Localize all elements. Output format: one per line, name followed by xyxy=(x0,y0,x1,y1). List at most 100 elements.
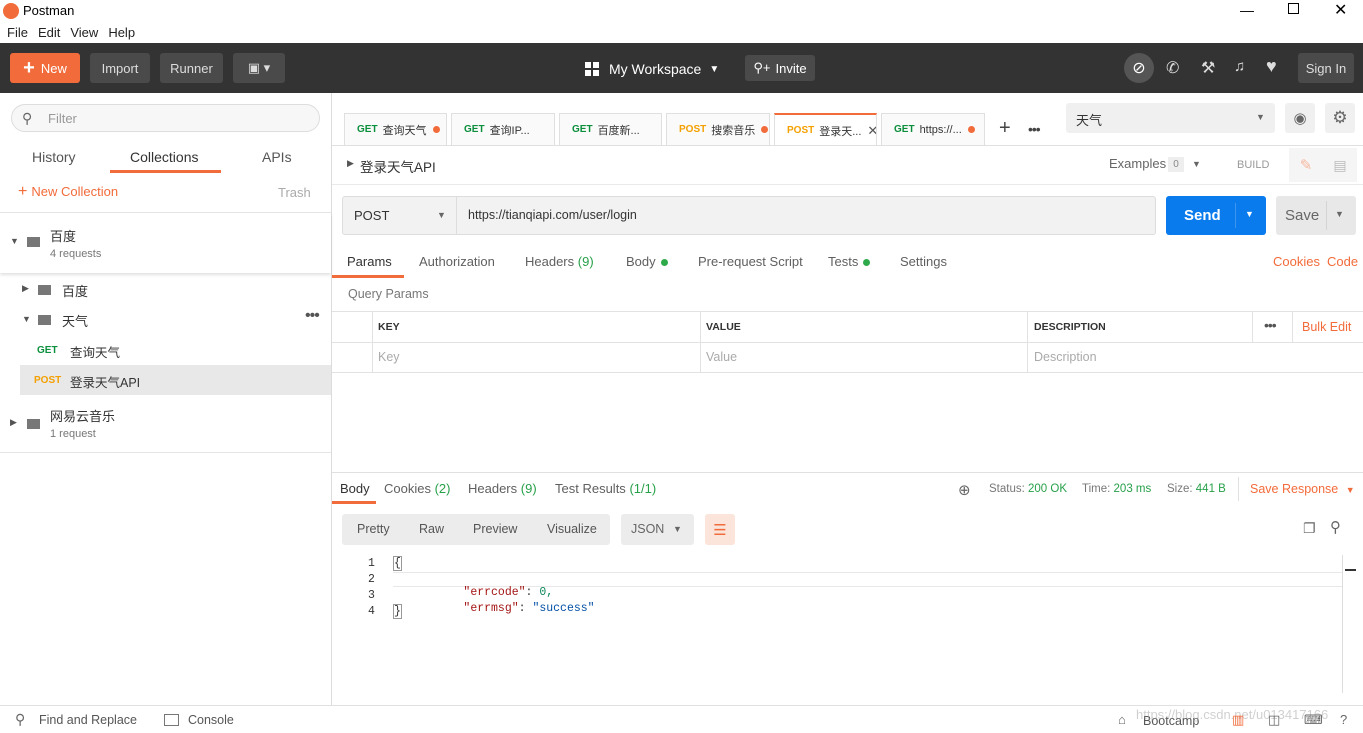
workspace-selector[interactable]: My Workspace ▼ xyxy=(585,58,719,80)
tab-apis[interactable]: APIs xyxy=(262,149,292,165)
key-input[interactable]: Key xyxy=(372,342,700,372)
request-row[interactable]: GET 查询天气 xyxy=(0,335,331,365)
view-pretty[interactable]: Pretty xyxy=(357,522,390,536)
method-select[interactable]: POST ▼ xyxy=(342,196,457,235)
import-button[interactable]: Import xyxy=(90,53,150,83)
runner-button[interactable]: Runner xyxy=(160,53,223,83)
bell-icon[interactable]: ♫ xyxy=(1234,58,1245,75)
build-label: BUILD xyxy=(1237,159,1270,171)
request-row-selected[interactable]: POST 登录天气API xyxy=(20,365,331,395)
console-link[interactable]: Console xyxy=(188,713,234,727)
unsaved-dot xyxy=(432,126,440,133)
collection-row[interactable]: ▼ 百度 4 requests xyxy=(0,213,331,273)
globe-icon[interactable]: ⊕ xyxy=(958,481,971,499)
status-dot xyxy=(863,259,871,266)
code-link[interactable]: Code xyxy=(1327,254,1358,269)
menu-help[interactable]: Help xyxy=(108,25,135,40)
response-tab-cookies[interactable]: Cookies (2) xyxy=(384,481,450,496)
sync-off-icon[interactable]: ⊘ xyxy=(1124,53,1154,83)
new-tab-icon[interactable]: + xyxy=(999,117,1011,140)
response-tab-body[interactable]: Body xyxy=(340,481,370,496)
response-tab-test-results[interactable]: Test Results (1/1) xyxy=(555,481,656,496)
satellite-icon[interactable]: ✆ xyxy=(1166,58,1179,78)
keyboard-icon[interactable]: ⌨ xyxy=(1304,712,1323,728)
folder-row[interactable]: ▼ 天气 ••• xyxy=(0,305,331,335)
copy-icon[interactable]: ❐ xyxy=(1303,520,1316,537)
edit-pencil-icon[interactable]: ✎ xyxy=(1289,148,1323,182)
tab-collections[interactable]: Collections xyxy=(130,149,198,165)
minimize-icon[interactable]: — xyxy=(1240,2,1254,18)
new-collection-button[interactable]: + New Collection xyxy=(18,183,118,201)
request-tab[interactable]: GET 百度新... xyxy=(559,113,662,145)
find-replace-link[interactable]: Find and Replace xyxy=(39,713,137,727)
view-preview[interactable]: Preview xyxy=(473,522,517,536)
tab-body[interactable]: Body xyxy=(626,254,668,269)
chevron-down-icon[interactable]: ▼ xyxy=(1192,159,1201,169)
sign-in-button[interactable]: Sign In xyxy=(1298,53,1354,83)
two-pane-icon[interactable]: ◫ xyxy=(1268,712,1280,728)
filter-input[interactable]: ⚲ Filter xyxy=(11,104,320,132)
request-tab[interactable]: GET https://... xyxy=(881,113,985,145)
trash-link[interactable]: Trash xyxy=(278,185,311,200)
folder-row[interactable]: ▶ 百度 xyxy=(0,275,331,305)
save-response-button[interactable]: Save Response ▼ xyxy=(1250,482,1355,496)
maximize-icon[interactable] xyxy=(1288,3,1299,14)
main-panel: GET 查询天气 GET 查询IP... GET 百度新... POST 搜索音乐 PO… xyxy=(332,93,1363,705)
scrollbar[interactable] xyxy=(1342,555,1356,693)
request-tab[interactable]: GET 查询IP... xyxy=(451,113,555,145)
heart-icon[interactable]: ♥ xyxy=(1266,56,1277,77)
request-tab-active[interactable]: POST登录天... ✕ xyxy=(774,113,877,146)
tab-settings[interactable]: Settings xyxy=(900,254,947,269)
more-options-icon[interactable]: ••• xyxy=(1264,317,1277,333)
environment-selector[interactable]: 天气 ▼ xyxy=(1066,103,1275,133)
menu-file[interactable]: File xyxy=(7,25,28,40)
browse-icon[interactable]: ▥ xyxy=(1232,712,1244,728)
view-raw[interactable]: Raw xyxy=(419,522,444,536)
caret-right-icon[interactable]: ▶ xyxy=(347,158,354,169)
menu-edit[interactable]: Edit xyxy=(38,25,60,40)
new-button[interactable]: + New xyxy=(10,53,80,83)
search-icon[interactable]: ⚲ xyxy=(1330,518,1341,536)
close-tab-icon[interactable]: ✕ xyxy=(867,123,876,139)
tab-history[interactable]: History xyxy=(32,149,76,165)
view-visualize[interactable]: Visualize xyxy=(547,522,597,536)
json-line: "errmsg": "success" xyxy=(463,602,595,615)
save-button[interactable]: Save ▼ xyxy=(1276,196,1356,235)
request-tab[interactable]: GET 查询天气 xyxy=(344,113,447,145)
column-header-key: KEY xyxy=(378,321,400,333)
value-input[interactable]: Value xyxy=(700,342,1027,372)
size-label: Size: 441 B xyxy=(1167,483,1226,495)
more-options-icon[interactable]: ••• xyxy=(305,307,320,325)
wrap-lines-icon[interactable]: ☰ xyxy=(705,514,735,545)
eye-icon[interactable]: ◉ xyxy=(1285,103,1315,133)
line-number: 2 xyxy=(368,573,375,586)
collection-row[interactable]: ▶ 网易云音乐 1 request xyxy=(0,395,331,453)
time-label: Time: 203 ms xyxy=(1082,483,1152,495)
tab-authorization[interactable]: Authorization xyxy=(419,254,495,269)
new-window-button[interactable]: ▣ ▾ xyxy=(233,53,285,83)
description-input[interactable]: Description xyxy=(1028,342,1358,372)
response-tab-headers[interactable]: Headers (9) xyxy=(468,481,537,496)
response-body-editor[interactable]: 1 { 2 "errcode": 0, 3 "errmsg": "success… xyxy=(332,555,1343,695)
help-icon[interactable]: ? xyxy=(1340,712,1347,727)
send-button[interactable]: Send ▼ xyxy=(1166,196,1266,235)
format-select[interactable]: JSON ▼ xyxy=(621,514,694,545)
menu-view[interactable]: View xyxy=(70,25,98,40)
wrench-icon[interactable]: ⚒ xyxy=(1201,58,1215,78)
bulk-edit-link[interactable]: Bulk Edit xyxy=(1302,320,1351,334)
invite-button[interactable]: ⚲+ Invite xyxy=(745,55,815,81)
cookies-link[interactable]: Cookies xyxy=(1273,254,1320,269)
examples-label[interactable]: Examples xyxy=(1109,156,1166,171)
comments-icon[interactable]: ▤ xyxy=(1323,148,1357,182)
examples-count: 0 xyxy=(1168,157,1184,172)
close-window-icon[interactable]: ✕ xyxy=(1334,0,1347,20)
tab-headers[interactable]: Headers (9) xyxy=(525,254,594,269)
tab-options-icon[interactable]: ••• xyxy=(1028,121,1041,137)
divider xyxy=(332,184,1363,185)
gear-icon[interactable]: ⚙ xyxy=(1325,103,1355,133)
tab-tests[interactable]: Tests xyxy=(828,254,871,269)
request-tab[interactable]: POST 搜索音乐 xyxy=(666,113,770,145)
tab-params[interactable]: Params xyxy=(347,254,392,269)
url-input[interactable]: https://tianqiapi.com/user/login xyxy=(457,196,1156,235)
tab-prerequest-script[interactable]: Pre-request Script xyxy=(698,254,803,269)
